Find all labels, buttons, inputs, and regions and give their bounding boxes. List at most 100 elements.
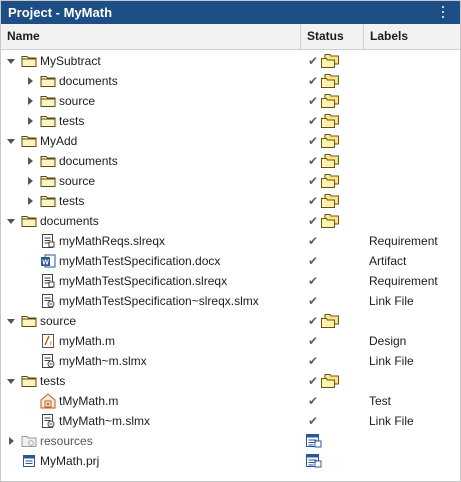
folder-icon [40, 73, 56, 89]
status-ok-check-icon: ✔ [308, 314, 319, 328]
column-status-header[interactable]: Status [301, 24, 364, 49]
tree-folder-row[interactable]: MySubtract ✔ [1, 51, 460, 71]
folder-icon [21, 53, 37, 69]
status-cell: ✔ [306, 193, 346, 209]
test-file-icon [40, 393, 56, 409]
tree-folder-row[interactable]: tests ✔ [1, 111, 460, 131]
expand-arrow-icon[interactable] [28, 197, 33, 205]
status-cell: ✔ [306, 173, 346, 189]
tree-folder-row[interactable]: documents ✔ [1, 151, 460, 171]
label-cell: Link File [369, 354, 414, 368]
column-labels-header[interactable]: Labels [364, 24, 460, 49]
expand-arrow-icon[interactable] [28, 177, 33, 185]
column-header: Name Status Labels [1, 24, 460, 50]
status-ok-check-icon: ✔ [308, 194, 319, 208]
status-ok-check-icon: ✔ [308, 134, 319, 148]
column-name-header[interactable]: Name [1, 24, 301, 49]
label-cell: Design [369, 334, 407, 348]
status-cell: ✔ [306, 373, 346, 389]
status-cell: ✔ [306, 313, 346, 329]
expand-arrow-icon[interactable] [28, 77, 33, 85]
status-ok-check-icon: ✔ [308, 94, 319, 108]
status-cell: ✔ [306, 393, 346, 409]
collapse-arrow-icon[interactable] [7, 219, 15, 224]
tree-item-name: documents [40, 214, 99, 228]
status-ok-check-icon: ✔ [308, 114, 319, 128]
tree-folder-row[interactable]: documents ✔ [1, 211, 460, 231]
status-cell [306, 433, 346, 449]
tree-file-row[interactable]: tMyMath.m ✔ Test [1, 391, 460, 411]
tree-file-row[interactable]: myMathReqs.slreqx ✔ Requirement [1, 231, 460, 251]
folder-status-icon [320, 53, 340, 69]
tree-item-name: MySubtract [40, 54, 101, 68]
tree-file-row[interactable]: myMath~m.slmx ✔ Link File [1, 351, 460, 371]
status-ok-check-icon: ✔ [308, 74, 319, 88]
expand-arrow-icon[interactable] [28, 97, 33, 105]
collapse-arrow-icon[interactable] [7, 139, 15, 144]
tree-file-row[interactable]: WmyMathTestSpecification.docx ✔ Artifact [1, 251, 460, 271]
expand-arrow-icon[interactable] [28, 157, 33, 165]
tree-folder-row[interactable]: source ✔ [1, 311, 460, 331]
tree-folder-row[interactable]: source ✔ [1, 171, 460, 191]
matlab-function-file-icon: f [40, 333, 56, 349]
expand-arrow-icon[interactable] [28, 117, 33, 125]
status-ok-check-icon: ✔ [308, 254, 319, 268]
tree-item-name: MyMath.prj [40, 454, 100, 468]
status-ok-check-icon: ✔ [308, 234, 319, 248]
status-ok-check-icon: ✔ [308, 414, 319, 428]
status-ok-check-icon: ✔ [308, 154, 319, 168]
folder-status-icon [320, 153, 340, 169]
tree-file-row[interactable]: tMyMath~m.slmx ✔ Link File [1, 411, 460, 431]
folder-status-icon [320, 313, 340, 329]
folder-icon [21, 373, 37, 389]
collapse-arrow-icon[interactable] [7, 379, 15, 384]
link-file-icon [40, 293, 56, 309]
tree-folder-row[interactable]: MyAdd ✔ [1, 131, 460, 151]
project-file-icon [21, 453, 37, 469]
collapse-arrow-icon[interactable] [7, 59, 15, 64]
tree-file-row[interactable]: myMathTestSpecification.slreqx ✔ Requireme… [1, 271, 460, 291]
tree-file-row[interactable]: MyMath.prj [1, 451, 460, 471]
folder-status-icon [320, 193, 340, 209]
tree-item-name: MyAdd [40, 134, 78, 148]
tree-item-name: myMathTestSpecification.slreqx [59, 274, 228, 288]
panel-titlebar: Project - MyMath [1, 1, 460, 24]
more-options-icon[interactable] [440, 5, 446, 20]
tree-file-row[interactable]: f myMath.m ✔ Design [1, 331, 460, 351]
folder-status-icon [320, 93, 340, 109]
tree-item-name: documents [59, 74, 118, 88]
tree-item-name: myMathTestSpecification~slreqx.slmx [59, 294, 259, 308]
folder-status-icon [320, 73, 340, 89]
link-file-icon [40, 413, 56, 429]
status-cell: ✔ [306, 253, 346, 269]
status-cell: ✔ [306, 293, 346, 309]
requirements-file-icon [40, 233, 56, 249]
tree-folder-row[interactable]: documents ✔ [1, 71, 460, 91]
tree-folder-row[interactable]: resources [1, 431, 460, 451]
tree-item-name: tests [40, 374, 66, 388]
tree-item-name: resources [40, 434, 93, 448]
tree-item-name: documents [59, 154, 118, 168]
folder-icon [40, 153, 56, 169]
status-ok-check-icon: ✔ [308, 334, 319, 348]
folder-icon [40, 173, 56, 189]
tree-folder-row[interactable]: source ✔ [1, 91, 460, 111]
status-ok-check-icon: ✔ [308, 174, 319, 188]
expand-arrow-icon[interactable] [9, 437, 14, 445]
collapse-arrow-icon[interactable] [7, 319, 15, 324]
requirements-file-icon [40, 273, 56, 289]
folder-status-icon [320, 133, 340, 149]
status-cell: ✔ [306, 213, 346, 229]
folder-icon [21, 213, 37, 229]
status-cell: ✔ [306, 273, 346, 289]
folder-status-icon [320, 113, 340, 129]
folder-status-icon [320, 373, 340, 389]
label-cell: Link File [369, 294, 414, 308]
link-file-icon [40, 353, 56, 369]
svg-text:W: W [42, 260, 49, 267]
tree-folder-row[interactable]: tests ✔ [1, 191, 460, 211]
tree-item-name: source [59, 94, 96, 108]
tree-folder-row[interactable]: tests ✔ [1, 371, 460, 391]
tree-file-row[interactable]: myMathTestSpecification~slreqx.slmx ✔ Link… [1, 291, 460, 311]
status-cell: ✔ [306, 73, 346, 89]
